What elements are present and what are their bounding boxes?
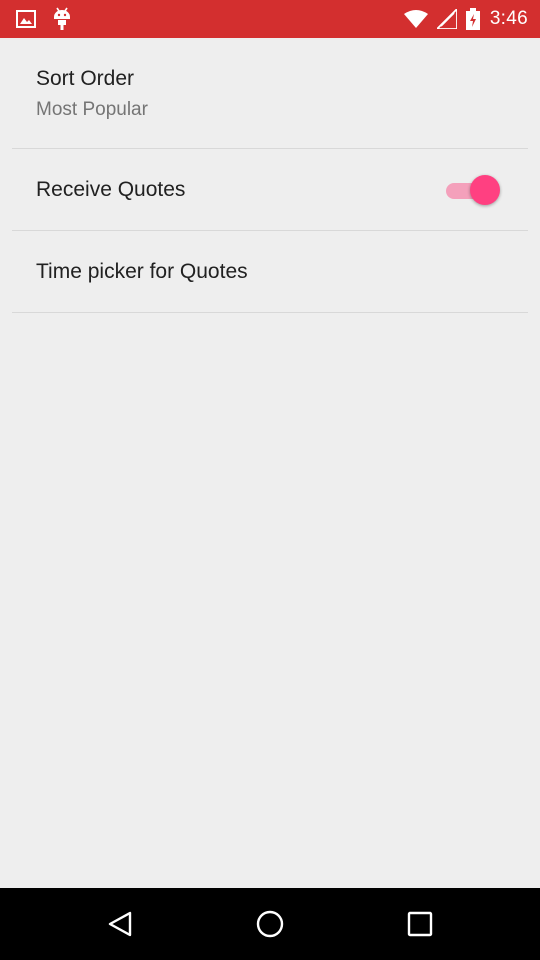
pref-receive-quotes-title: Receive Quotes — [36, 177, 186, 201]
back-icon[interactable] — [90, 894, 150, 954]
status-left-icons — [16, 7, 88, 31]
pref-time-picker[interactable]: Time picker for Quotes — [12, 231, 528, 313]
pref-time-picker-title: Time picker for Quotes — [36, 259, 248, 283]
battery-icon — [465, 8, 480, 30]
android-icon — [52, 7, 72, 31]
pref-sort-order-summary: Most Popular — [36, 99, 148, 120]
image-icon — [16, 10, 36, 28]
switch-thumb — [470, 175, 500, 205]
status-clock: 3:46 — [489, 8, 528, 29]
recents-icon[interactable] — [390, 894, 450, 954]
navigation-bar — [0, 888, 540, 960]
status-right-icons: 3:46 — [395, 8, 528, 30]
receive-quotes-switch[interactable] — [442, 175, 500, 205]
pref-sort-order-title: Sort Order — [36, 67, 135, 90]
preferences-list: Sort Order Most Popular Receive Quotes T… — [0, 38, 540, 313]
pref-sort-order[interactable]: Sort Order Most Popular — [12, 38, 528, 149]
home-icon[interactable] — [240, 894, 300, 954]
status-bar: 3:46 — [0, 0, 540, 38]
pref-receive-quotes[interactable]: Receive Quotes — [12, 149, 528, 231]
wifi-icon — [403, 10, 428, 28]
signal-icon — [436, 9, 457, 29]
